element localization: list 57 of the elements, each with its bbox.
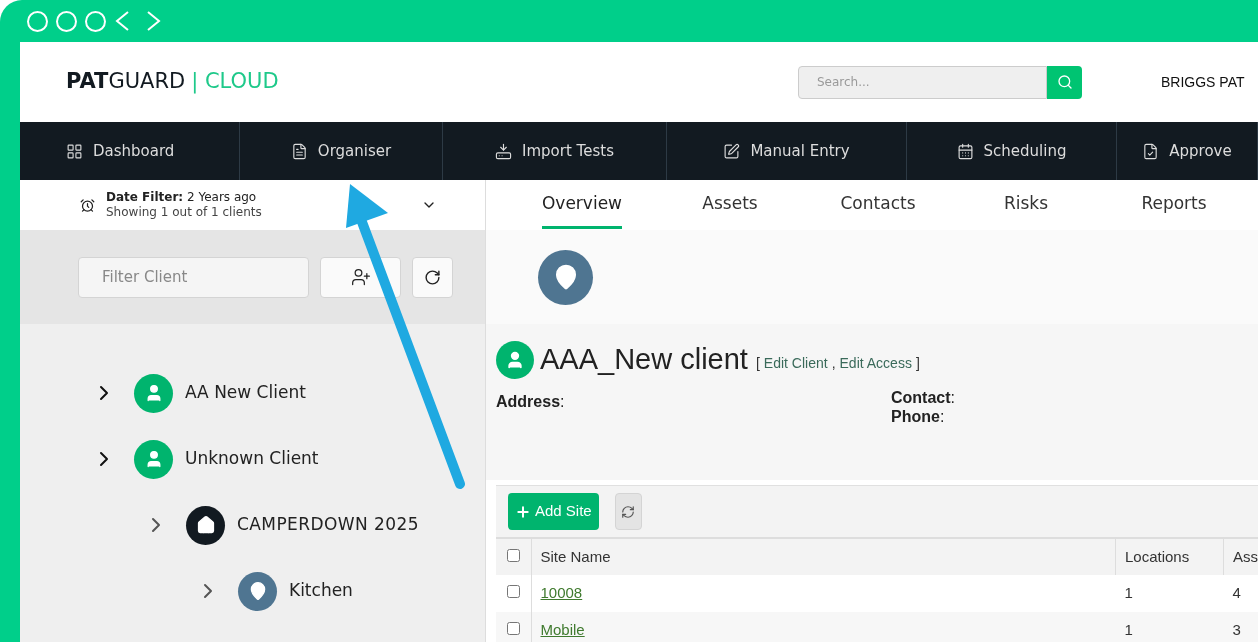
refresh-button[interactable] [614,493,642,530]
edit-link[interactable]: Edit Access [839,353,912,375]
bracket-text: ] [915,354,920,374]
column-header: Site Name [531,538,1116,575]
row-checkbox[interactable] [506,622,520,636]
map-pin-icon [238,571,277,611]
nav-icon [1142,142,1160,160]
edit-link[interactable]: Edit Client [763,353,828,375]
nav-icon [723,142,741,160]
tree-item-label[interactable]: Unknown Client [185,446,319,472]
search-icon [1056,74,1073,90]
nav-icon [66,142,83,160]
nav-icon [956,142,974,160]
row-checkbox[interactable] [506,585,520,599]
tab[interactable]: Risks [952,180,1100,230]
logo-wordmark: PATGUARD [66,68,186,96]
bracket-text: [ [755,354,760,374]
tree-item-label[interactable]: CAMPERDOWN 2025 [237,512,419,538]
person-icon [496,340,534,379]
refresh-button[interactable] [412,256,453,298]
column-header: Locations [1115,538,1224,575]
tree-item-label[interactable]: Kitchen [289,578,353,604]
nav-icon [495,142,513,160]
table-cell: 3 [1223,612,1258,642]
logo-tagline: | CLOUD [191,68,279,96]
search-button[interactable] [1047,65,1082,99]
contact-label: Contact: [891,387,955,407]
nav-icon [290,142,308,160]
search-field[interactable]: Search... [798,65,1047,99]
date-filter-text: Date Filter: 2 Years ago [106,190,258,205]
site-link[interactable]: Mobile [540,621,585,639]
refresh-icon [621,504,636,519]
tab[interactable]: Assets [656,180,804,230]
separator-text: , [831,354,836,374]
house-icon [186,505,225,545]
add-user-icon [350,267,371,287]
site-link[interactable]: 10008 [540,584,583,602]
filter-client-field[interactable]: Filter Client [78,256,309,298]
select-all-checkbox[interactable] [506,548,520,562]
phone-label: Phone: [891,406,946,426]
user-name[interactable]: BRIGGS PAT [1161,71,1245,93]
table-cell: 1 [1115,612,1224,642]
person-icon [134,439,173,479]
refresh-icon [424,268,441,286]
address-label: Address: [496,391,566,412]
tab[interactable]: Contacts [804,180,952,230]
table-cell: 4 [1223,575,1258,612]
client-count-text: Showing 1 out of 1 clients [106,205,263,220]
map-pin-icon [538,249,593,305]
table-cell: 1 [1115,575,1224,612]
person-icon [134,373,173,413]
column-header: Ass [1223,538,1258,575]
client-name: AAA_New client [540,342,748,377]
alarm-clock-icon [80,197,95,213]
tab[interactable]: Reports [1100,180,1248,230]
tree-item-label[interactable]: AA New Client [185,380,306,406]
plus-icon [515,503,531,520]
